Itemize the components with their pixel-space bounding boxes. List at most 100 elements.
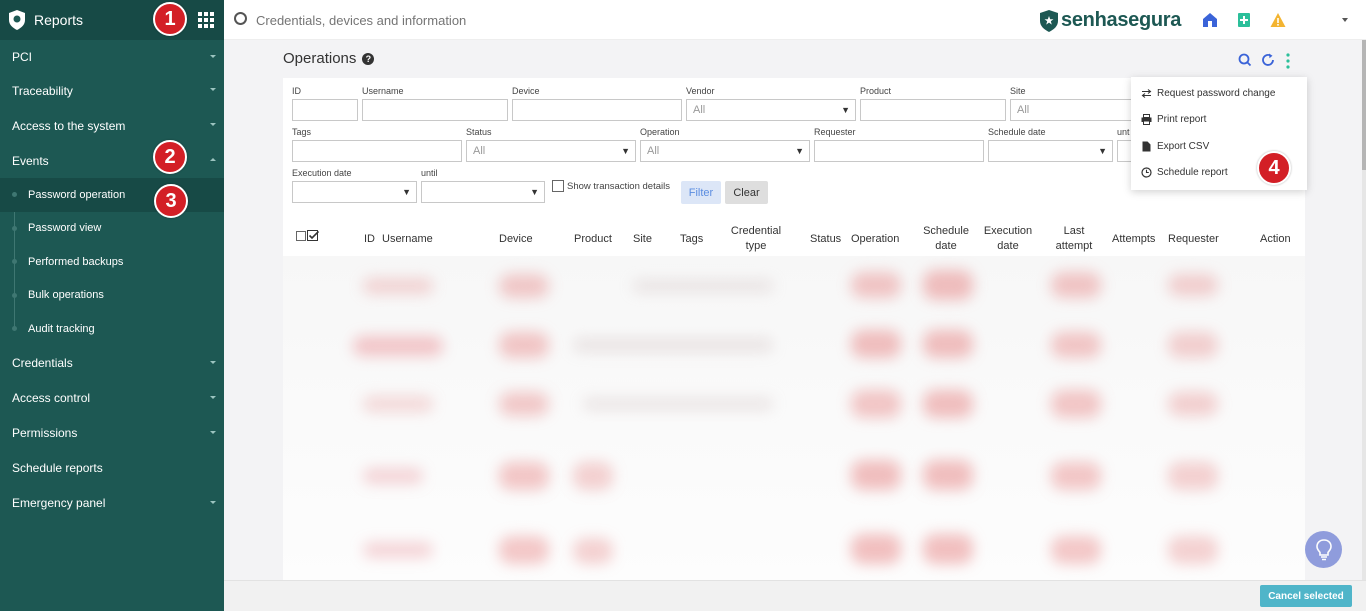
requester-label: Requester	[814, 127, 856, 137]
shield-logo-icon	[9, 10, 25, 30]
sidebar-item-access-to-the-system[interactable]: Access to the system	[0, 108, 224, 143]
site-select[interactable]: All	[1010, 99, 1135, 121]
select-all-checkbox[interactable]	[296, 231, 306, 241]
table-row	[1051, 332, 1101, 358]
device-input[interactable]	[512, 99, 682, 121]
th-operation[interactable]: Operation	[851, 232, 899, 247]
topbar: senhasegura	[224, 0, 1366, 40]
table-row	[499, 274, 549, 298]
sidebar-item-label: Traceability	[12, 83, 73, 98]
swap-arrows-icon	[1141, 88, 1152, 98]
sidebar-item-label: Schedule reports	[12, 461, 103, 475]
add-document-icon[interactable]	[1236, 12, 1252, 28]
global-search-input[interactable]	[256, 10, 756, 30]
help-icon[interactable]: ?	[362, 52, 375, 65]
sidebar-subitem-audit-tracking[interactable]: Audit tracking	[0, 312, 224, 346]
product-input[interactable]	[860, 99, 1006, 121]
id-input[interactable]	[292, 99, 358, 121]
th-requester[interactable]: Requester	[1168, 232, 1219, 247]
brand-logo: senhasegura	[1040, 9, 1181, 32]
brand-name-part2: segura	[1117, 9, 1182, 31]
th-username[interactable]: Username	[382, 232, 433, 247]
schedule-date-select[interactable]	[988, 140, 1113, 162]
device-label: Device	[512, 86, 540, 96]
table-row	[1051, 462, 1101, 490]
sidebar-item-label: Permissions	[12, 426, 78, 440]
lightbulb-icon	[1315, 538, 1332, 560]
refresh-icon[interactable]	[1261, 53, 1275, 67]
caret-down-icon	[210, 500, 216, 504]
th-attempts[interactable]: Attempts	[1112, 232, 1155, 247]
table-row	[923, 390, 973, 418]
brand-name: senhasegura	[1061, 9, 1181, 32]
execution-until-select[interactable]	[421, 181, 545, 203]
more-options-icon[interactable]	[1284, 53, 1292, 69]
table-row	[499, 332, 549, 358]
sidebar-subitem-performed-backups[interactable]: Performed backups	[0, 245, 224, 279]
filter-button[interactable]: Filter	[681, 181, 721, 204]
search-toggle-icon[interactable]	[1238, 53, 1252, 67]
table-row	[363, 278, 433, 294]
th-schedule-date[interactable]: Schedule date	[917, 224, 975, 254]
clock-icon	[1141, 167, 1152, 178]
clear-button-label: Clear	[733, 186, 760, 199]
tags-label: Tags	[292, 127, 312, 137]
annotation-badge-3: 3	[154, 184, 188, 218]
execution-date-select[interactable]	[292, 181, 417, 203]
sidebar-item-label: Events	[12, 153, 49, 168]
th-tags[interactable]: Tags	[680, 232, 703, 247]
sidebar-item-access-control[interactable]: Access control	[0, 381, 224, 416]
sidebar-item-traceability[interactable]: Traceability	[0, 73, 224, 108]
requester-input[interactable]	[814, 140, 984, 162]
scrollbar-thumb[interactable]	[1362, 40, 1366, 170]
th-execution-date[interactable]: Execution date	[979, 224, 1037, 254]
th-product[interactable]: Product	[574, 232, 612, 247]
tips-button[interactable]	[1305, 531, 1342, 568]
vendor-select[interactable]: All	[686, 99, 856, 121]
sidebar-item-label: Access control	[12, 391, 91, 405]
tags-input[interactable]	[292, 140, 462, 162]
checked-box-icon[interactable]	[307, 230, 319, 242]
sidebar-subitem-bulk-operations[interactable]: Bulk operations	[0, 279, 224, 313]
table-row	[573, 338, 773, 352]
sidebar-item-permissions[interactable]: Permissions	[0, 416, 224, 451]
table-row	[283, 256, 1305, 580]
sidebar-item-schedule-reports[interactable]: Schedule reports	[0, 451, 224, 486]
show-details-checkbox[interactable]	[552, 180, 564, 192]
username-input[interactable]	[362, 99, 508, 121]
sidebar-subitem-password-operation[interactable]: Password operation	[0, 178, 224, 212]
operation-label: Operation	[640, 127, 680, 137]
request-password-change-item[interactable]: Request password change	[1131, 80, 1307, 107]
schedule-until-label: unt	[1117, 127, 1130, 137]
sidebar-item-credentials[interactable]: Credentials	[0, 346, 224, 381]
caret-down-icon	[210, 123, 216, 126]
print-report-item[interactable]: Print report	[1131, 107, 1307, 134]
th-site[interactable]: Site	[633, 232, 652, 247]
clear-button[interactable]: Clear	[725, 181, 768, 204]
th-device[interactable]: Device	[499, 232, 533, 247]
th-id[interactable]: ID	[364, 232, 375, 247]
warning-icon[interactable]	[1270, 12, 1286, 28]
schedule-date-label: Schedule date	[988, 127, 1046, 137]
th-last-attempt[interactable]: Last attempt	[1047, 224, 1101, 254]
sidebar-subitem-password-view[interactable]: Password view	[0, 212, 224, 246]
th-action[interactable]: Action	[1260, 232, 1291, 247]
page-title: Operations ?	[283, 50, 375, 67]
table-row	[851, 330, 901, 358]
operation-select[interactable]: All	[640, 140, 810, 162]
cancel-selected-button[interactable]: Cancel selected	[1260, 585, 1352, 607]
table-row	[633, 280, 773, 292]
user-menu-caret-icon[interactable]	[1342, 18, 1348, 22]
page-title-text: Operations	[283, 50, 357, 67]
sidebar-item-pci[interactable]: PCI	[0, 40, 224, 73]
sidebar-item-events[interactable]: Events	[0, 143, 224, 178]
th-status[interactable]: Status	[810, 232, 841, 247]
table-row	[1168, 332, 1218, 358]
apps-grid-icon[interactable]	[198, 12, 214, 28]
sidebar-item-emergency-panel[interactable]: Emergency panel	[0, 486, 224, 521]
status-select[interactable]: All	[466, 140, 636, 162]
sidebar-subitem-label: Password operation	[28, 188, 126, 201]
th-credential-type[interactable]: Credential type	[727, 224, 785, 254]
home-icon[interactable]	[1202, 12, 1218, 28]
sidebar-item-label: Emergency panel	[12, 496, 106, 510]
